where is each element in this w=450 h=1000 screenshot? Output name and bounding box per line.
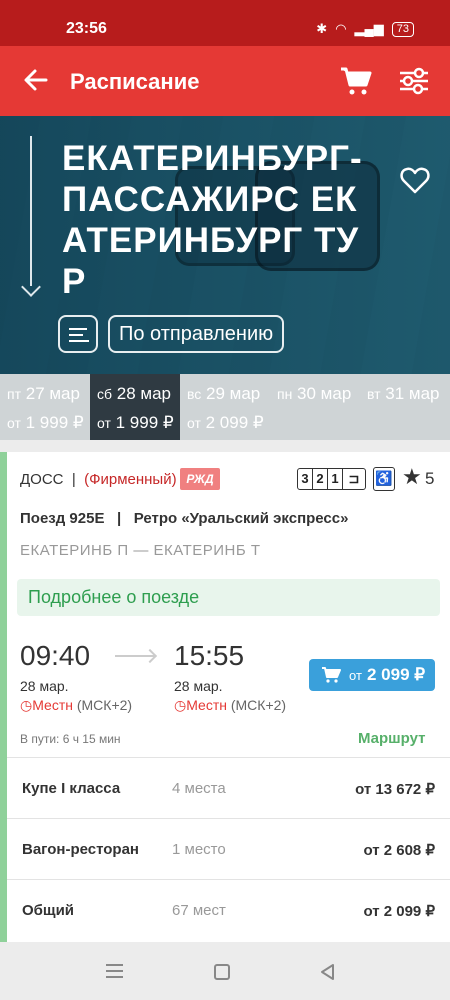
back-arrow-icon[interactable] [22, 66, 50, 94]
date-day: 29 мар [206, 384, 261, 403]
status-bar: 23:56 ✱ ◠ ▂▄▆ 73 [0, 0, 450, 46]
star-icon: ★ [402, 464, 422, 489]
sort-line [69, 328, 87, 330]
date-dow: вт [367, 386, 381, 402]
arrival-date: 28 мар. [174, 678, 223, 694]
seat-class-row[interactable]: Вагон-ресторан 1 место от 2 608 ₽ [7, 818, 450, 878]
class-3: 3 [298, 469, 313, 489]
date-from: от [97, 415, 111, 431]
sort-line [69, 334, 83, 336]
carrier-line: ДОСС | (Фирменный) [20, 471, 177, 488]
heart-icon[interactable] [400, 166, 430, 194]
departure-date: 28 мар. [20, 678, 69, 694]
bluetooth-icon: ✱ [316, 21, 328, 36]
date-selector: пт 27 мар от 1 999 ₽ сб 28 мар от 1 999 … [0, 374, 450, 440]
seat-count: 1 место [172, 841, 226, 858]
train-icon: ⊐ [348, 471, 360, 486]
class-indicator: 3 2 1 ⊐ [297, 468, 366, 490]
date-day: 28 мар [116, 384, 171, 403]
train-name: Ретро «Уральский экспресс» [133, 510, 349, 527]
wifi-icon: ◠ [335, 21, 347, 36]
departure-timezone: ◷Местн (МСК+2) [20, 697, 132, 714]
date-dow: пн [277, 386, 293, 402]
train-route: ЕКАТЕРИНБ П — ЕКАТЕРИНБ Т [20, 542, 261, 559]
travel-time: В пути: 6 ч 15 мин [20, 732, 121, 746]
arrival-time: 15:55 [174, 640, 245, 671]
route-link[interactable]: Маршрут [358, 730, 426, 747]
train-number: Поезд 925Е [20, 510, 105, 527]
date-tab[interactable]: пт 27 мар от 1 999 ₽ [0, 374, 90, 440]
date-price: 1 999 ₽ [25, 413, 84, 432]
wheelchair-icon: ♿ [373, 467, 395, 491]
seat-class-row[interactable]: Общий 67 мест от 2 099 ₽ [7, 879, 450, 939]
battery-icon: 73 [391, 21, 414, 37]
train-number-line: Поезд 925Е | Ретро «Уральский экспресс» [20, 510, 348, 527]
home-icon[interactable] [214, 964, 230, 980]
price-amount: 2 099 ₽ [367, 665, 426, 684]
train-rating: 5 [425, 469, 435, 488]
cart-icon [322, 667, 341, 683]
seat-class-name: Вагон-ресторан [22, 841, 139, 858]
sort-button[interactable]: По отправлению [108, 315, 285, 353]
seat-count: 67 мест [172, 902, 226, 919]
seat-class-row[interactable]: Купе I класса 4 места от 13 672 ₽ [7, 757, 450, 817]
date-day: 30 мар [297, 384, 352, 403]
sort-line [69, 340, 89, 342]
filter-icon[interactable] [398, 66, 430, 96]
rzd-logo: РЖД [180, 468, 220, 490]
price-from: от [349, 668, 362, 683]
seat-price: от 2 608 ₽ [363, 842, 435, 859]
carrier-name: ДОСС [20, 471, 64, 488]
date-tab[interactable]: пн 30 мар [270, 374, 360, 440]
train-card[interactable]: ДОСС | (Фирменный) РЖД 3 2 1 ⊐ ♿ ★ 5 Пое… [0, 452, 450, 942]
cart-icon[interactable] [340, 66, 372, 96]
seat-class-name: Общий [22, 902, 75, 919]
arrival-timezone: ◷Местн (МСК+2) [174, 697, 286, 714]
class-2: 2 [313, 469, 328, 489]
departure-time: 09:40 [20, 640, 91, 671]
direction-arrowhead-icon [21, 277, 41, 297]
separator: | [116, 510, 122, 527]
route-title: ЕКАТЕРИНБУРГ-ПАССАЖИРС ЕКАТЕРИНБУРГ ТУР [62, 139, 363, 301]
timezone-msk: (МСК+2) [230, 697, 287, 713]
status-icons: ✱ ◠ ▂▄▆ 73 [316, 21, 414, 37]
timezone-msk: (МСК+2) [76, 697, 133, 713]
seat-class-name: Купе I класса [22, 780, 121, 797]
back-icon[interactable] [318, 962, 338, 982]
separator: | [71, 471, 76, 488]
date-price: 1 999 ₽ [115, 413, 174, 432]
page-title: Расписание [70, 69, 200, 94]
signal-icon: ▂▄▆ [354, 21, 384, 36]
date-from: от [7, 415, 21, 431]
arrow-right-icon [115, 655, 155, 657]
seat-price: от 2 099 ₽ [363, 903, 435, 920]
brand-label: (Фирменный) [84, 471, 177, 488]
date-day: 27 мар [25, 384, 80, 403]
system-nav-bar [0, 942, 450, 1000]
status-time: 23:56 [66, 20, 107, 37]
app-bar: Расписание [0, 46, 450, 116]
seat-count: 4 места [172, 780, 226, 797]
route-hero: ЕКАТЕРИНБУРГ-ПАССАЖИРС ЕКАТЕРИНБУРГ ТУР … [0, 116, 450, 374]
recent-apps-icon[interactable] [106, 964, 123, 978]
date-dow: вс [187, 386, 202, 402]
date-tab[interactable]: вс 29 мар от 2 099 ₽ [180, 374, 270, 440]
timezone-local: Местн [32, 697, 73, 713]
train-details-button[interactable]: Подробнее о поезде [17, 579, 440, 616]
direction-arrow-icon [30, 136, 32, 286]
timezone-local: Местн [186, 697, 227, 713]
clock-icon: ◷ [20, 697, 33, 713]
seat-price: от 13 672 ₽ [355, 781, 435, 798]
sort-icon[interactable] [58, 315, 98, 353]
date-from: от [187, 415, 201, 431]
date-day: 31 мар [385, 384, 440, 403]
class-1: 1 [328, 469, 343, 489]
date-tab[interactable]: вт 31 мар [360, 374, 450, 440]
date-tab-selected[interactable]: сб 28 мар от 1 999 ₽ [90, 374, 180, 440]
date-dow: сб [97, 386, 113, 402]
clock-icon: ◷ [174, 697, 187, 713]
date-price: 2 099 ₽ [205, 413, 264, 432]
buy-price-button[interactable]: от 2 099 ₽ [309, 659, 435, 691]
date-dow: пт [7, 386, 21, 402]
